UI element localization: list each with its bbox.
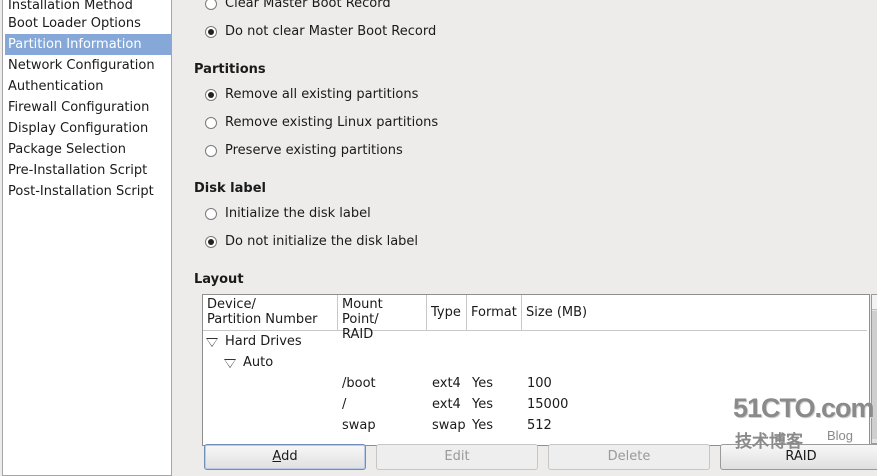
edit-button-label: Edit	[444, 449, 470, 464]
radio-label: Do not clear Master Boot Record	[225, 24, 437, 39]
radio-indicator	[205, 0, 217, 10]
tree-node-auto[interactable]: Auto	[243, 354, 273, 372]
expander-triangle-icon[interactable]	[206, 338, 218, 347]
sidebar-item-display-configuration[interactable]: Display Configuration	[5, 118, 171, 139]
column-header-device[interactable]: Device/ Partition Number	[203, 295, 338, 331]
disk-label-heading: Disk label	[194, 181, 266, 196]
radio-indicator	[205, 145, 217, 157]
add-button-label: dd	[281, 449, 298, 464]
row-size: 15000	[527, 397, 569, 412]
add-button[interactable]: Add	[204, 444, 366, 470]
sidebar-item-boot-loader-options[interactable]: Boot Loader Options	[5, 13, 171, 34]
row-mount-point: swap	[342, 418, 376, 433]
column-header-size-label: Size (MB)	[526, 305, 588, 320]
partition-layout-tree[interactable]: Device/ Partition Number Mount Point/ RA…	[202, 294, 870, 446]
column-header-mount-line1: Mount Point/	[342, 297, 383, 327]
sidebar-nav: Installation Method Boot Loader Options …	[2, 0, 172, 476]
scrollbar-thumb[interactable]	[872, 311, 877, 439]
delete-button-label: Delete	[607, 449, 651, 464]
row-type: ext4	[432, 397, 461, 412]
scroll-up-arrow-icon[interactable]	[872, 295, 877, 310]
row-format: Yes	[472, 376, 493, 391]
column-header-format-label: Format	[471, 305, 517, 320]
sidebar-item-partition-information[interactable]: Partition Information	[5, 34, 171, 55]
row-mount-point: /boot	[342, 376, 376, 391]
sidebar-item-pre-installation-script[interactable]: Pre-Installation Script	[5, 160, 171, 181]
sidebar-item-network-configuration[interactable]: Network Configuration	[5, 55, 171, 76]
column-header-device-line1: Device/	[207, 297, 256, 312]
raid-button-label: RAID	[785, 449, 817, 464]
layout-heading: Layout	[194, 272, 244, 287]
radio-label: Do not initialize the disk label	[225, 234, 419, 249]
row-type: swap	[432, 418, 466, 433]
radio-indicator	[205, 208, 217, 220]
sidebar-item-post-installation-script[interactable]: Post-Installation Script	[5, 181, 171, 202]
column-header-size[interactable]: Size (MB)	[522, 295, 867, 331]
column-header-mount-line2: RAID	[342, 327, 374, 342]
column-header-mount-point[interactable]: Mount Point/ RAID	[338, 295, 427, 342]
sidebar-item-firewall-configuration[interactable]: Firewall Configuration	[5, 97, 171, 118]
column-header-device-line2: Partition Number	[207, 312, 318, 327]
edit-button[interactable]: Edit	[376, 444, 538, 470]
sidebar-item-authentication[interactable]: Authentication	[5, 76, 171, 97]
radio-indicator-checked	[205, 236, 217, 248]
row-format: Yes	[472, 418, 493, 433]
radio-indicator	[205, 117, 217, 129]
radio-label: Preserve existing partitions	[225, 143, 403, 158]
radio-indicator-checked	[205, 89, 217, 101]
row-format: Yes	[472, 397, 493, 412]
radio-label: Clear Master Boot Record	[225, 0, 391, 11]
column-header-type[interactable]: Type	[427, 295, 467, 331]
radio-label: Initialize the disk label	[225, 206, 371, 221]
row-type: ext4	[432, 376, 461, 391]
raid-button[interactable]: RAID	[720, 444, 877, 470]
column-header-format[interactable]: Format	[467, 295, 522, 331]
sidebar-item-package-selection[interactable]: Package Selection	[5, 139, 171, 160]
column-header-type-label: Type	[431, 305, 461, 320]
partitions-heading: Partitions	[194, 62, 266, 77]
radio-indicator-checked	[205, 26, 217, 38]
row-mount-point: /	[342, 397, 347, 412]
row-size: 512	[527, 418, 552, 433]
add-button-accelerator: A	[272, 449, 282, 464]
radio-label: Remove all existing partitions	[225, 87, 419, 102]
delete-button[interactable]: Delete	[548, 444, 710, 470]
layout-scrollbar[interactable]	[871, 294, 877, 444]
tree-node-hard-drives[interactable]: Hard Drives	[225, 333, 302, 351]
expander-fill-icon	[207, 339, 217, 346]
radio-label: Remove existing Linux partitions	[225, 115, 439, 130]
expander-triangle-icon[interactable]	[224, 359, 236, 368]
expander-fill-icon	[225, 360, 235, 367]
row-size: 100	[527, 376, 552, 391]
